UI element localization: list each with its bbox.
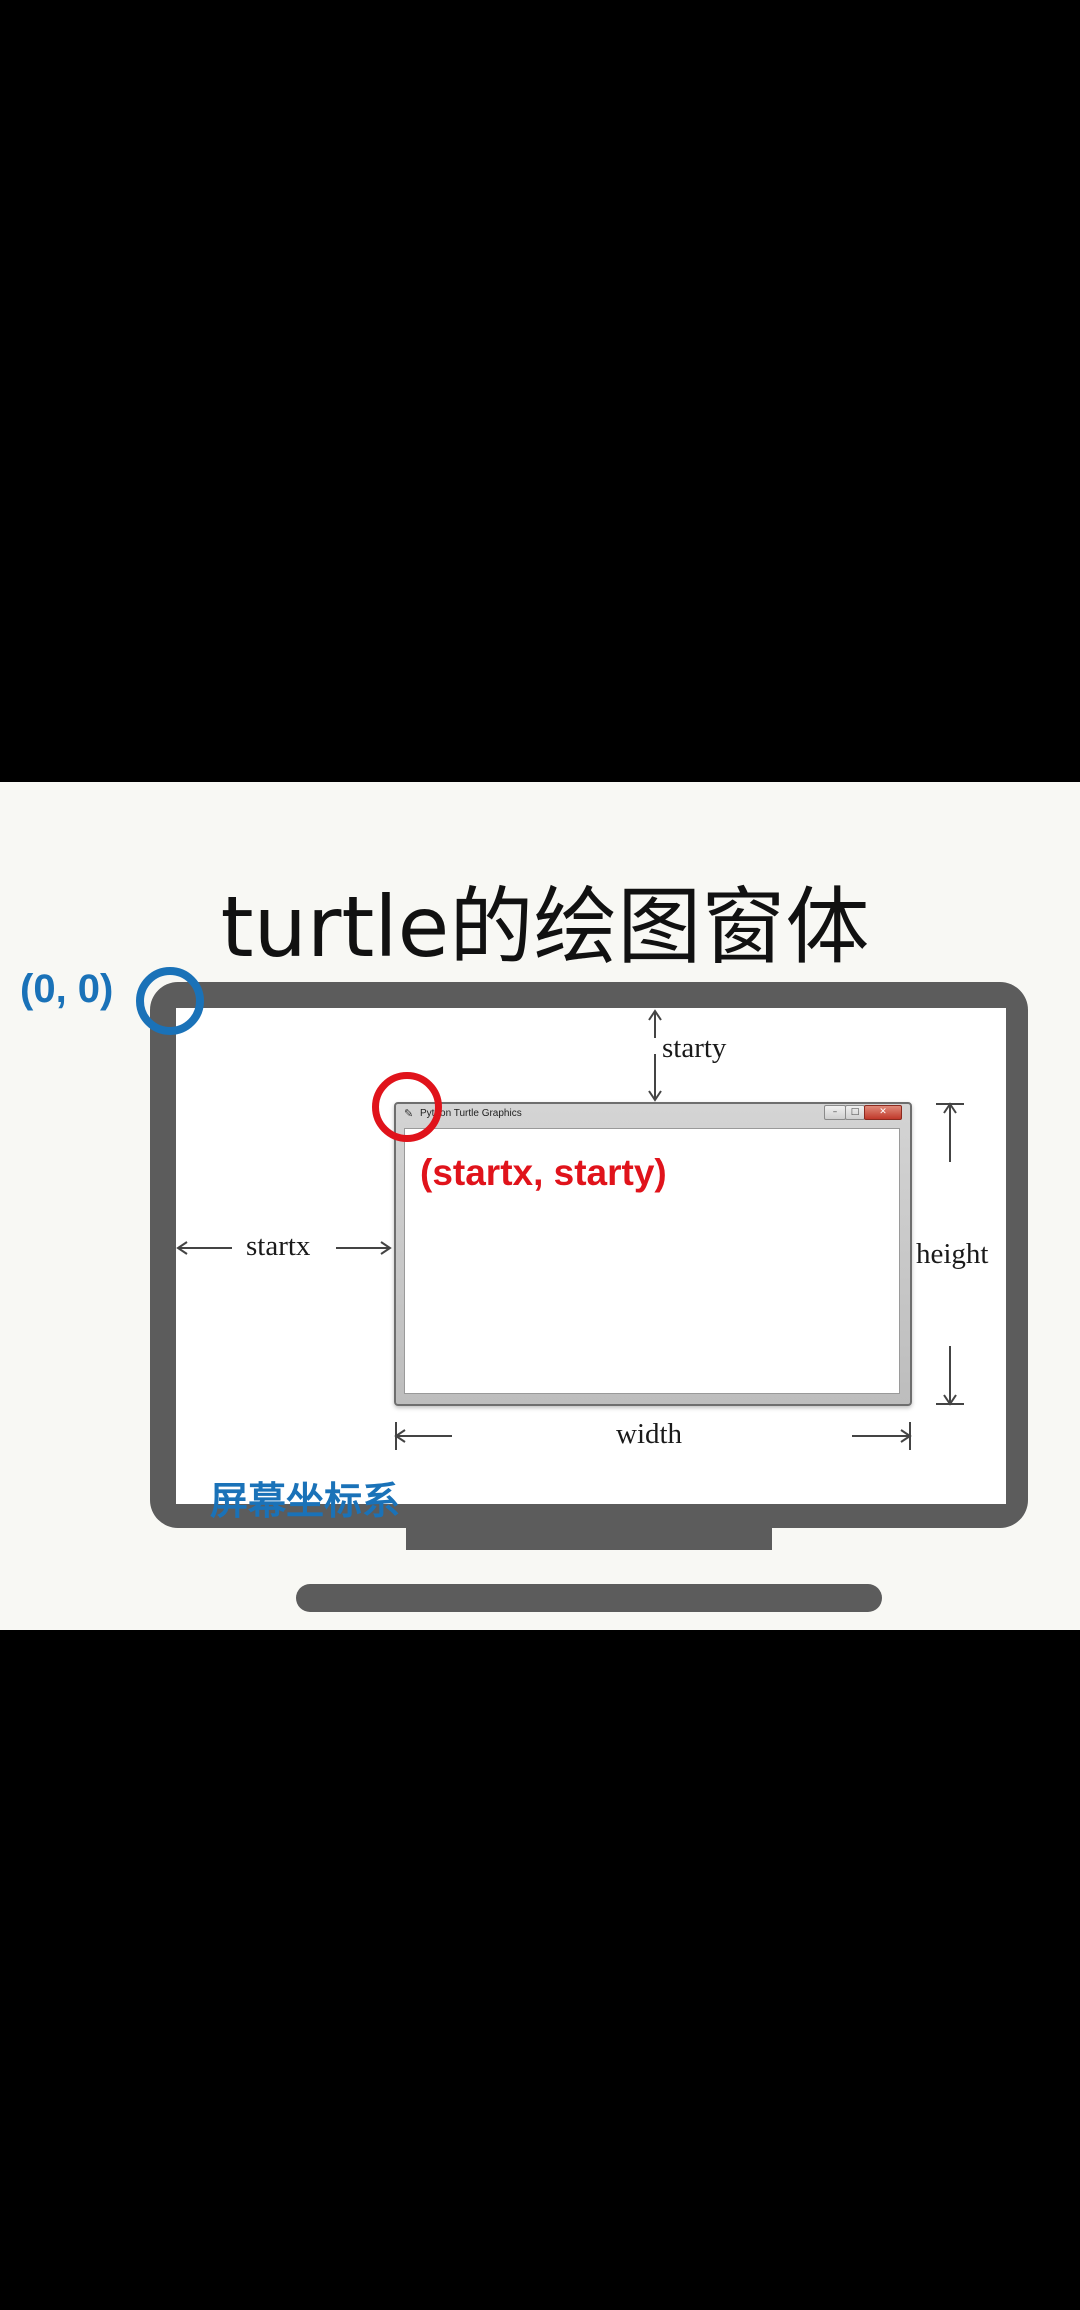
slide: turtle的绘图窗体 (0, 0) ✎ Python Turtle Graph… [0,782,1080,1630]
dimension-arrows [176,1009,964,1450]
start-label: (startx, starty) [420,1152,667,1193]
starty-dimension [648,1009,662,1102]
height-dimension [936,1102,964,1406]
startx-dimension [176,1241,392,1255]
width-dimension [394,1422,912,1450]
start-marker [372,1072,442,1142]
origin-marker [136,967,204,1035]
